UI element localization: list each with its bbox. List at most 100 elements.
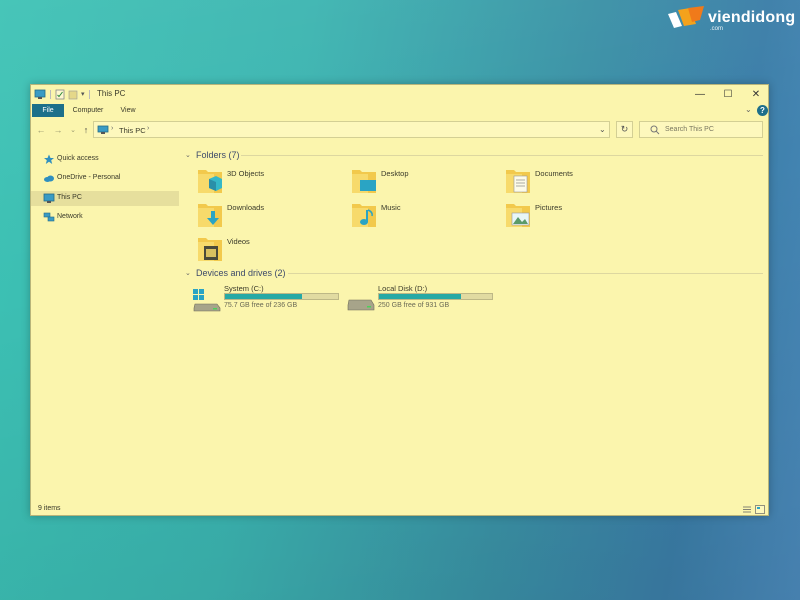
section-divider: [241, 155, 763, 156]
folders-section-header[interactable]: ⌄ Folders (7): [185, 149, 240, 161]
drive-system-c[interactable]: System (C:) 75.7 GB free of 236 GB: [193, 284, 348, 316]
sidebar-item-label: Network: [57, 213, 83, 220]
separator: [88, 89, 90, 99]
search-input[interactable]: Search This PC: [639, 121, 763, 138]
folder-pictures[interactable]: Pictures: [505, 201, 655, 231]
logo-sub-text: .com: [710, 26, 724, 32]
drive-label: Local Disk (D:): [378, 284, 428, 293]
back-button[interactable]: ←: [34, 123, 48, 137]
minimize-button[interactable]: —: [686, 85, 714, 103]
tab-file[interactable]: File: [32, 104, 64, 117]
address-dropdown-chevron-icon[interactable]: ⌄: [599, 125, 606, 134]
chevron-down-icon: ⌄: [70, 127, 76, 134]
folder-label: Desktop: [381, 169, 409, 178]
sidebar-item-quick-access[interactable]: Quick access: [31, 152, 179, 167]
help-icon[interactable]: ?: [757, 105, 768, 116]
minimize-icon: —: [695, 88, 705, 100]
drive-free-space: 75.7 GB free of 236 GB: [224, 302, 298, 309]
drive-usage-fill: [379, 294, 462, 299]
breadcrumb-this-pc[interactable]: This PC: [119, 126, 146, 135]
sidebar-item-label: Quick access: [57, 155, 99, 162]
folder-music[interactable]: Music: [351, 201, 501, 231]
computer-icon: [34, 89, 46, 99]
refresh-icon: ↻: [620, 124, 629, 134]
address-row: ← → ⌄ ↑ › This PC › ⌄ ↻ Search This PC: [31, 119, 768, 141]
drive-usage-bar: [224, 293, 339, 300]
folder-documents[interactable]: Documents: [505, 167, 655, 197]
sidebar-item-network[interactable]: Network: [31, 210, 179, 225]
sidebar-item-onedrive[interactable]: OneDrive - Personal: [31, 171, 179, 186]
collapse-chevron-icon: ⌄: [185, 152, 191, 159]
3d-objects-folder-icon: [198, 170, 222, 193]
computer-icon: [43, 193, 55, 203]
windows-drive-icon: [193, 289, 221, 312]
downloads-folder-icon: [198, 204, 222, 227]
folder-label: 3D Objects: [227, 169, 265, 178]
status-bar: 9 items: [31, 503, 768, 516]
desktop-folder-icon: [352, 170, 376, 193]
drive-local-disk-d[interactable]: Local Disk (D:) 250 GB free of 931 GB: [347, 284, 502, 316]
large-icons-view-icon[interactable]: [755, 505, 765, 514]
refresh-button[interactable]: ↻: [616, 121, 633, 138]
watermark-logo: viendidong .com: [666, 6, 796, 34]
folder-desktop[interactable]: Desktop: [351, 167, 501, 197]
maximize-button[interactable]: ☐: [714, 85, 742, 103]
folder-label: Videos: [227, 237, 250, 246]
sidebar-item-this-pc[interactable]: This PC: [31, 191, 179, 206]
folder-label: Pictures: [535, 203, 563, 212]
close-button[interactable]: ✕: [742, 85, 770, 103]
devices-section-title: Devices and drives (2): [196, 268, 286, 278]
tab-computer[interactable]: Computer: [69, 104, 107, 117]
forward-button[interactable]: →: [51, 123, 65, 137]
drive-usage-bar: [378, 293, 493, 300]
details-view-icon[interactable]: [742, 505, 752, 514]
logo-brand-text: viendidong: [708, 9, 796, 26]
separator: [50, 89, 51, 99]
folder-videos[interactable]: Videos: [197, 235, 347, 265]
videos-folder-icon: [198, 238, 222, 261]
drive-free-space: 250 GB free of 931 GB: [378, 302, 450, 309]
drive-usage-fill: [225, 294, 302, 299]
breadcrumb-separator-icon: ›: [147, 125, 150, 132]
section-divider: [288, 273, 763, 274]
devices-section-header[interactable]: ⌄ Devices and drives (2): [185, 267, 286, 279]
up-button[interactable]: ↑: [79, 123, 93, 137]
pictures-folder-icon: [506, 204, 530, 227]
customize-toolbar-chevron-icon[interactable]: ▾: [81, 90, 85, 98]
close-icon: ✕: [751, 88, 761, 100]
recent-locations-button[interactable]: ⌄: [66, 123, 80, 137]
music-folder-icon: [352, 204, 376, 227]
content-pane: ⌄ Folders (7) 3D Objects Desktop Documen…: [183, 143, 768, 503]
logo-mark-icon: [668, 6, 704, 28]
collapse-chevron-icon: ⌄: [185, 270, 191, 277]
folder-label: Documents: [535, 169, 573, 178]
cloud-icon: [44, 175, 54, 182]
drive-label: System (C:): [224, 284, 264, 293]
folder-downloads[interactable]: Downloads: [197, 201, 347, 231]
sidebar-item-label: This PC: [57, 194, 82, 201]
back-arrow-icon: ←: [36, 125, 46, 135]
folders-section-title: Folders (7): [196, 150, 240, 160]
search-icon: [650, 125, 660, 135]
computer-icon: [97, 125, 109, 134]
properties-icon[interactable]: [55, 89, 65, 100]
maximize-icon: ☐: [723, 88, 733, 100]
breadcrumb-separator-icon: ›: [111, 125, 114, 132]
up-arrow-icon: ↑: [83, 125, 89, 135]
search-placeholder: Search This PC: [665, 126, 714, 133]
sidebar-item-label: OneDrive - Personal: [57, 174, 121, 181]
file-explorer-window: ▾ This PC — ☐ ✕ File Computer View ⌄ ? ←…: [30, 84, 769, 516]
tab-view[interactable]: View: [115, 104, 141, 117]
expand-ribbon-chevron-icon[interactable]: ⌄: [745, 105, 752, 114]
address-bar[interactable]: › This PC › ⌄: [93, 121, 610, 138]
title-bar: ▾ This PC — ☐ ✕: [31, 85, 768, 103]
drive-icon: [347, 299, 375, 311]
navigation-pane: Quick access OneDrive - Personal This PC…: [31, 143, 181, 503]
ribbon-tabs: File Computer View ⌄ ?: [31, 103, 768, 117]
item-count: 9 items: [38, 505, 61, 512]
new-folder-icon[interactable]: [68, 89, 78, 100]
folder-label: Music: [381, 203, 401, 212]
forward-arrow-icon: →: [53, 125, 63, 135]
folder-3d-objects[interactable]: 3D Objects: [197, 167, 347, 197]
folder-label: Downloads: [227, 203, 265, 212]
